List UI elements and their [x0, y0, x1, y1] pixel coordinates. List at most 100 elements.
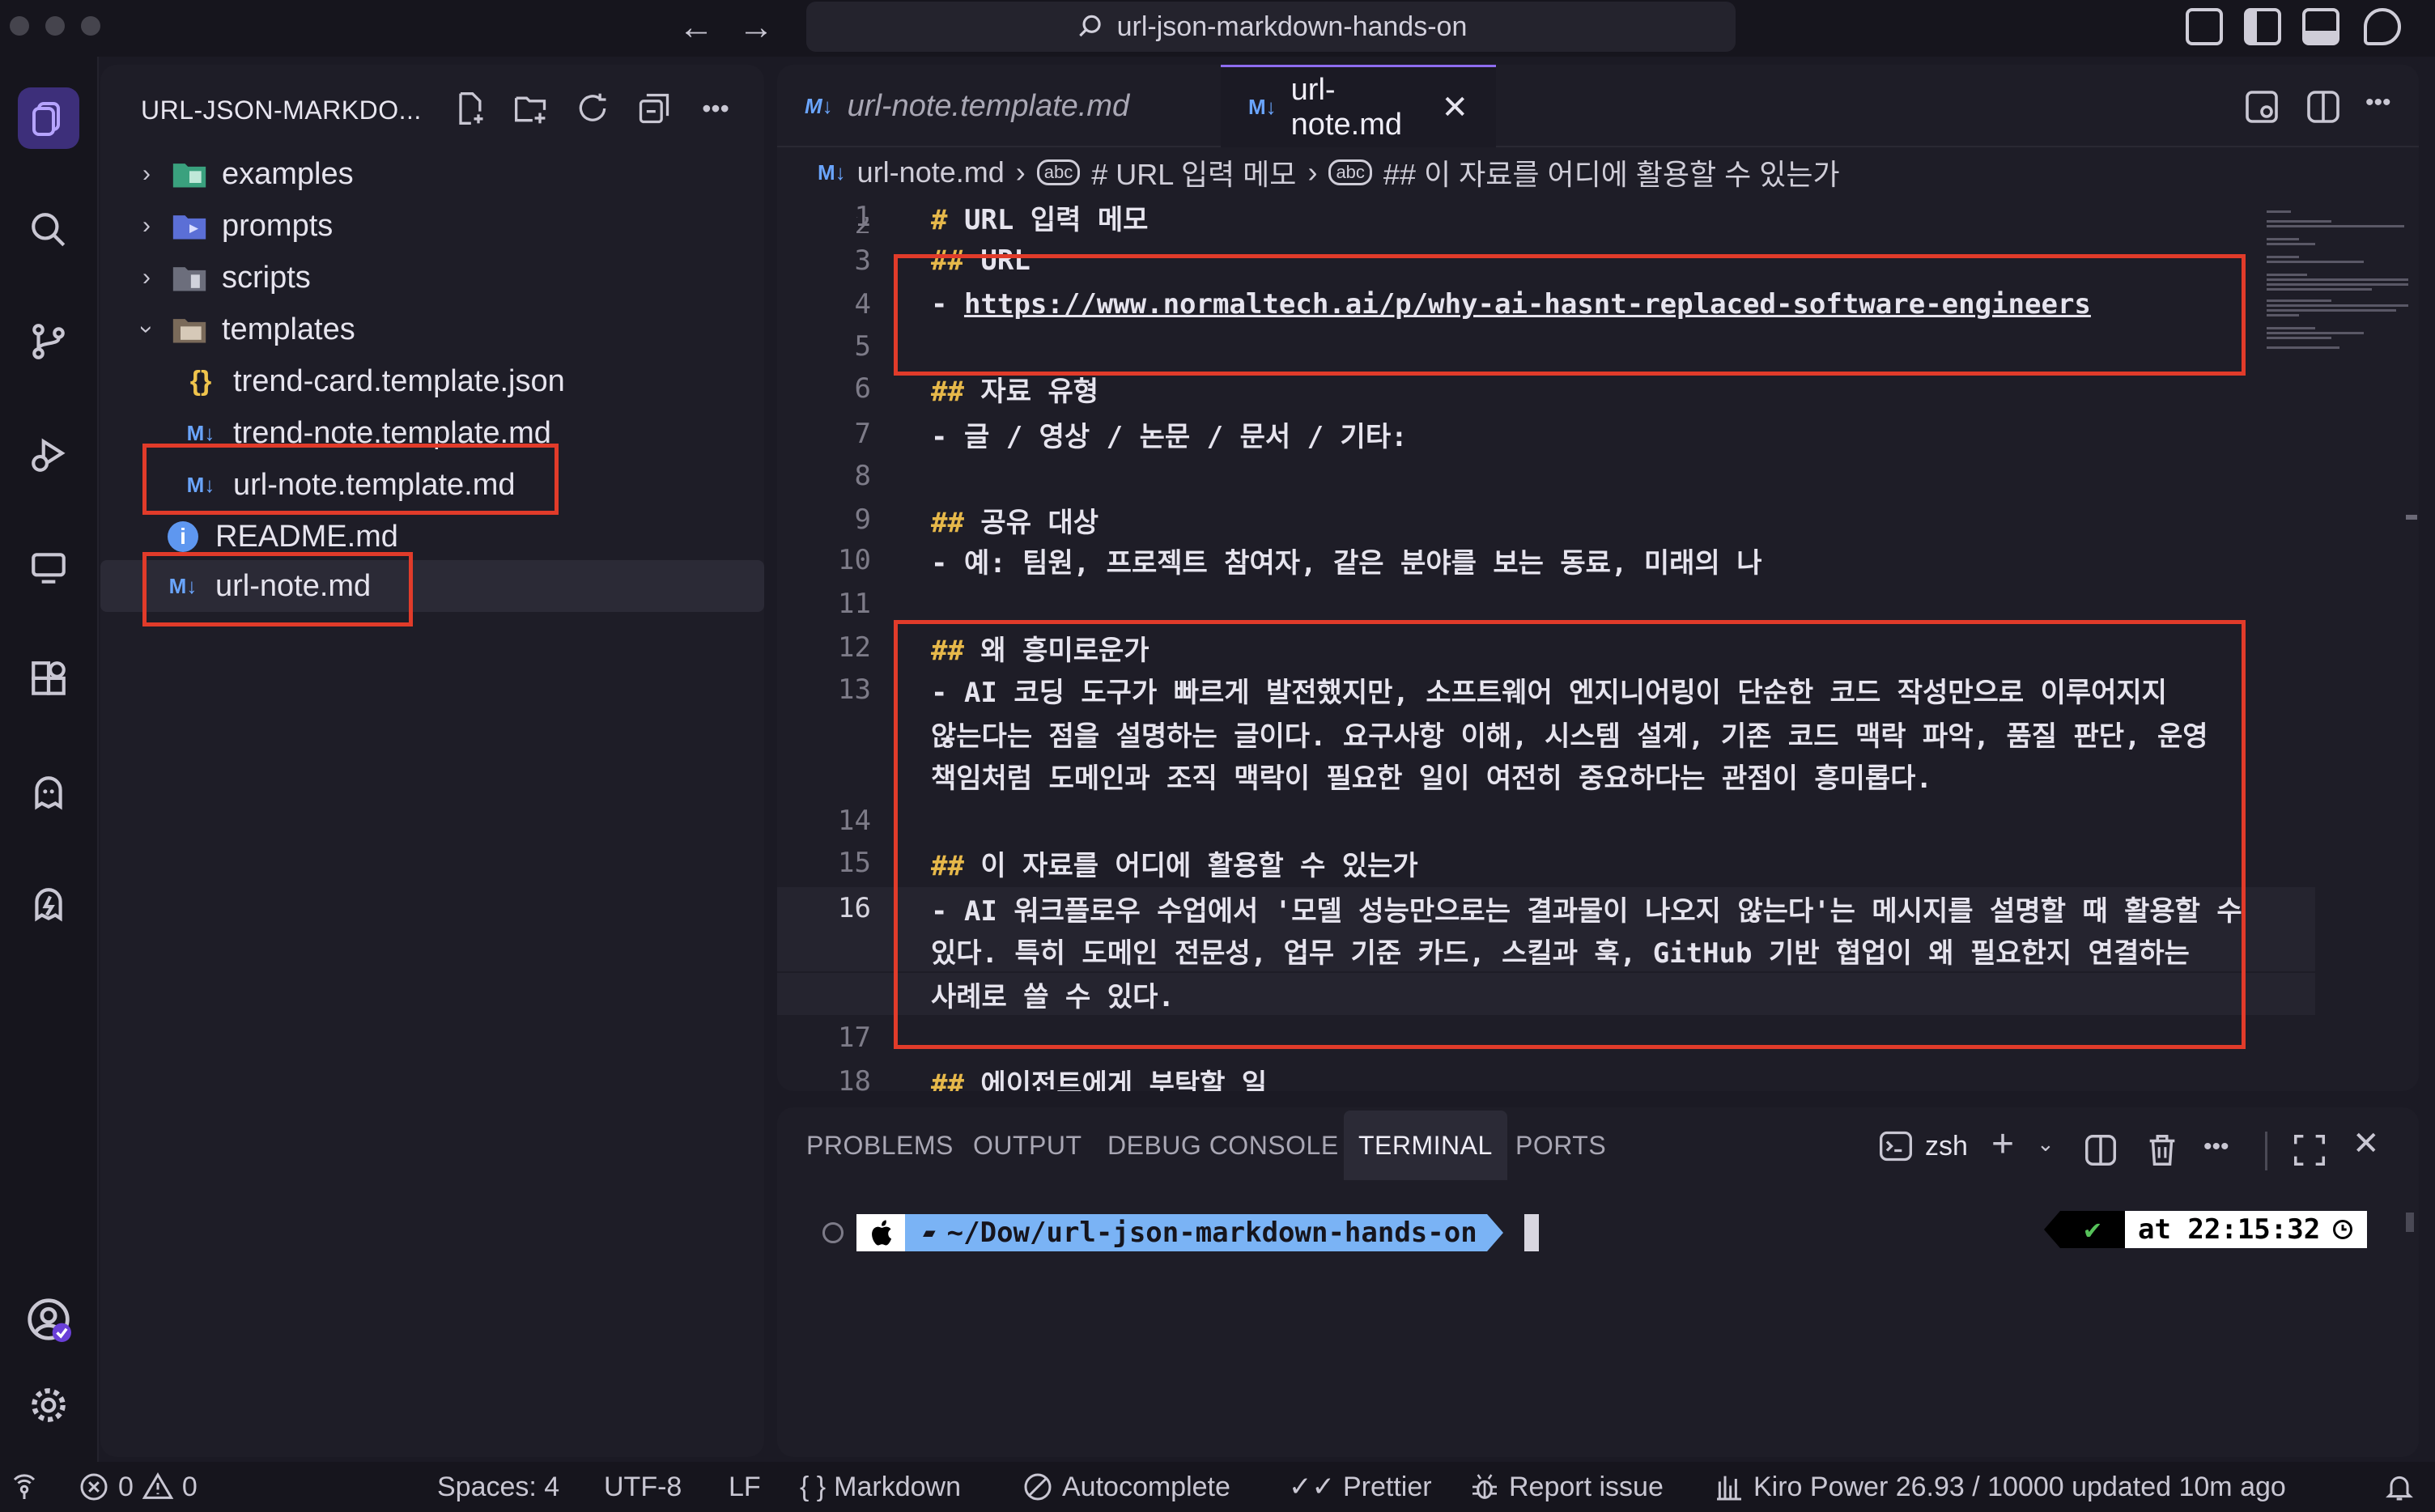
code-line[interactable]: 않는다는 점을 설명하는 글이다. 요구사항 이해, 시스템 설계, 기존 코드…: [777, 712, 2356, 754]
code-line[interactable]: 9 ## 공유 대상: [777, 499, 2356, 541]
chat-icon[interactable]: [2364, 8, 2401, 45]
chevron-down-icon[interactable]: ⌄: [2037, 1132, 2055, 1157]
collapse-all-icon[interactable]: [633, 87, 675, 130]
code-line[interactable]: 7 - 글 / 영상 / 논문 / 문서 / 기타:: [777, 413, 2356, 455]
close-panel-icon[interactable]: ✕: [2352, 1125, 2380, 1162]
new-folder-icon[interactable]: [510, 87, 552, 130]
code-line[interactable]: 18 ## 에이전트에게 부탁할 일: [777, 1060, 2356, 1091]
notifications-bell-icon[interactable]: [2383, 1468, 2416, 1506]
prettier-status[interactable]: ✓✓ Prettier: [1289, 1468, 1432, 1506]
code-line[interactable]: 12 ## 왜 흥미로운가: [777, 626, 2356, 669]
tab-output[interactable]: OUTPUT: [973, 1111, 1082, 1180]
tree-item-label: prompts: [222, 208, 334, 243]
extensions-icon[interactable]: [18, 649, 79, 711]
code-line[interactable]: 5: [777, 325, 2356, 367]
scrollbar-thumb[interactable]: [2406, 515, 2417, 520]
markdown-file-icon: M↓: [805, 93, 833, 118]
folder-icon: [172, 261, 207, 294]
settings-gear-icon[interactable]: [18, 1374, 79, 1436]
encoding-status[interactable]: UTF-8: [604, 1468, 682, 1506]
code-line[interactable]: 17: [777, 1017, 2356, 1059]
tree-item-scripts[interactable]: › scripts: [133, 254, 311, 301]
kiro-power-icon[interactable]: [18, 874, 79, 936]
tree-item-prompts[interactable]: › prompts: [133, 202, 333, 249]
tab-terminal[interactable]: TERMINAL: [1344, 1111, 1507, 1180]
remote-explorer-icon[interactable]: [18, 537, 79, 599]
code-line[interactable]: 16 - AI 워크플로우 수업에서 '모델 성능만으로는 결과물이 나오지 않는…: [777, 887, 2315, 929]
close-window-button[interactable]: [10, 16, 29, 36]
language-mode[interactable]: { } Markdown: [800, 1468, 961, 1506]
more-actions-icon[interactable]: •••: [695, 87, 737, 130]
prompt-arrow: [1486, 1214, 1503, 1251]
bottom-panel: PROBLEMS OUTPUT DEBUG CONSOLE TERMINAL P…: [777, 1107, 2419, 1457]
code-line[interactable]: 15 ## 이 자료를 어디에 활용할 수 있는가: [777, 842, 2356, 884]
more-actions-icon[interactable]: •••: [2203, 1133, 2229, 1161]
maximize-panel-icon[interactable]: [2291, 1132, 2328, 1173]
kiro-power-status[interactable]: Kiro Power 26.93 / 10000 updated 10m ago: [1713, 1468, 2286, 1506]
close-icon[interactable]: ✕: [1441, 89, 1468, 126]
code-line[interactable]: 13 - AI 코딩 도구가 빠르게 발전했지만, 소프트웨어 엔지니어링이 단순…: [777, 669, 2356, 711]
code-line[interactable]: 3 ## URL: [777, 240, 2356, 282]
tab-problems[interactable]: PROBLEMS: [806, 1111, 954, 1180]
tree-item-url-note-md[interactable]: M↓ url-note.md: [100, 560, 764, 612]
source-control-icon[interactable]: [18, 311, 79, 372]
terminal-shell-selector[interactable]: zsh: [1878, 1128, 1968, 1164]
forward-arrow-icon[interactable]: →: [738, 5, 774, 50]
url-link[interactable]: https://www.normaltech.ai/p/why-ai-hasnt…: [964, 288, 2091, 321]
code-line[interactable]: 있다. 특히 도메인 전문성, 업무 기준 카드, 스킬과 훅, GitHub …: [777, 929, 2315, 971]
toggle-sidebar-icon[interactable]: [2244, 8, 2281, 45]
line-content: 자료 유형: [963, 375, 1099, 408]
command-center[interactable]: url-json-markdown-hands-on: [806, 2, 1736, 52]
code-line[interactable]: 사례로 쓸 수 있다.: [777, 973, 2315, 1015]
language-label: Markdown: [834, 1471, 962, 1502]
code-line[interactable]: 책임처럼 도메인과 조직 맥락이 필요한 일이 여전히 중요하다는 관점이 흥미…: [777, 754, 2356, 796]
add-terminal-icon[interactable]: +: [1991, 1122, 2014, 1166]
breadcrumb-heading[interactable]: ## 이 자료를 어디에 활용할 수 있는가: [1383, 151, 1840, 193]
toggle-panel-icon[interactable]: [2302, 8, 2339, 45]
open-preview-icon[interactable]: [2242, 87, 2281, 130]
split-terminal-icon[interactable]: [2082, 1132, 2119, 1173]
explorer-icon[interactable]: [18, 87, 79, 149]
tree-item-trend-card-template-json[interactable]: {} trend-card.template.json: [183, 358, 565, 405]
tree-item-readme-md[interactable]: i README.md: [165, 513, 398, 560]
code-line[interactable]: 8: [777, 455, 2356, 497]
code-line[interactable]: 4 - https://www.normaltech.ai/p/why-ai-ha…: [777, 283, 2356, 325]
code-line[interactable]: 11: [777, 583, 2356, 625]
breadcrumb-file[interactable]: url-note.md: [857, 155, 1005, 189]
trash-icon[interactable]: [2144, 1132, 2181, 1173]
tab-ports[interactable]: PORTS: [1515, 1111, 1606, 1180]
breadcrumb-heading[interactable]: # URL 입력 메모: [1091, 151, 1296, 193]
tree-item-examples[interactable]: › examples: [133, 151, 354, 197]
run-debug-icon[interactable]: [18, 424, 79, 486]
remote-icon[interactable]: [10, 1468, 39, 1506]
indentation-status[interactable]: Spaces: 4: [437, 1468, 559, 1506]
minimize-window-button[interactable]: [45, 16, 65, 36]
tab-debug-console[interactable]: DEBUG CONSOLE: [1107, 1111, 1339, 1180]
minimap[interactable]: [2259, 196, 2412, 520]
customize-layout-icon[interactable]: [2186, 8, 2223, 45]
code-line[interactable]: 14: [777, 800, 2356, 842]
eol-status[interactable]: LF: [729, 1468, 761, 1506]
tab-url-note-template-md[interactable]: M↓ url-note.template.md: [777, 65, 1157, 147]
problems-indicator[interactable]: 0 0: [78, 1468, 198, 1506]
zoom-window-button[interactable]: [81, 16, 100, 36]
terminal-prompt[interactable]: ▰ ~/Dow/url-json-markdown-hands-on: [822, 1213, 1539, 1253]
terminal-scrollbar[interactable]: [2406, 1213, 2414, 1232]
autocomplete-status[interactable]: Autocomplete: [1022, 1468, 1230, 1506]
code-line[interactable]: 2: [777, 217, 2356, 233]
split-editor-icon[interactable]: [2304, 87, 2343, 130]
kiro-ghost-icon[interactable]: [18, 762, 79, 824]
refresh-icon[interactable]: [572, 87, 614, 130]
report-issue-button[interactable]: Report issue: [1468, 1468, 1664, 1506]
tree-item-url-note-template-md[interactable]: M↓ url-note.template.md: [183, 461, 516, 508]
new-file-icon[interactable]: [448, 87, 491, 130]
search-icon[interactable]: [18, 199, 79, 261]
account-icon[interactable]: [18, 1289, 79, 1350]
code-line[interactable]: 6 ## 자료 유형: [777, 367, 2356, 410]
tree-item-trend-note-template-md[interactable]: M↓ trend-note.template.md: [183, 410, 551, 457]
tree-item-templates[interactable]: › templates: [133, 306, 355, 353]
back-arrow-icon[interactable]: ←: [678, 5, 714, 50]
code-line[interactable]: 10 - 예: 팀원, 프로젝트 참여자, 같은 분야를 보는 동료, 미래의 나: [777, 539, 2356, 581]
more-actions-icon[interactable]: •••: [2365, 89, 2391, 117]
tab-url-note-md[interactable]: M↓ url-note.md ✕: [1221, 65, 1496, 147]
